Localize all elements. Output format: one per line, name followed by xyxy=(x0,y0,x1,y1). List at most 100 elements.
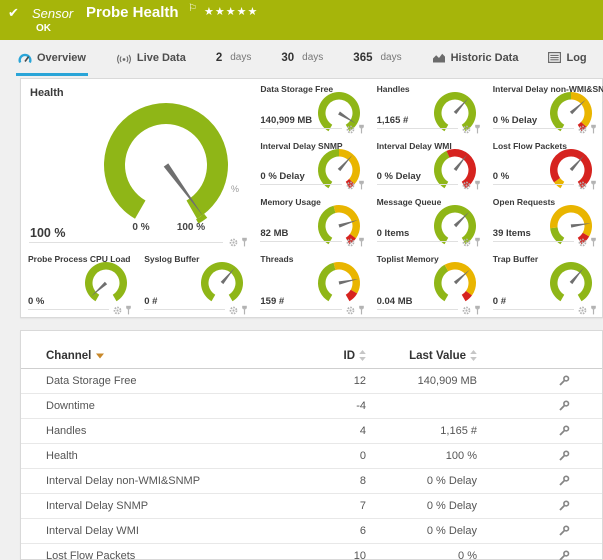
gear-icon[interactable] xyxy=(578,238,587,247)
column-header-id[interactable]: ID xyxy=(256,350,366,362)
table-row-interval-delay-snmp[interactable]: Interval Delay SNMP70 % Delay xyxy=(21,494,602,519)
channel-settings-icon[interactable] xyxy=(558,450,570,462)
tile-actions xyxy=(229,237,248,247)
cell-channel: Interval Delay SNMP xyxy=(46,500,256,512)
pin-icon[interactable] xyxy=(590,180,597,190)
gear-icon[interactable] xyxy=(113,306,122,315)
cell-last-value: 140,909 MB xyxy=(366,375,477,387)
gauge-value: 0 % xyxy=(493,171,509,182)
pin-icon[interactable] xyxy=(590,237,597,247)
gauge-tile-lost-flow-packets: Lost Flow Packets0 % xyxy=(486,136,602,192)
gauge-tile-toplist-memory: Toplist Memory0.04 MB xyxy=(370,249,486,317)
divider xyxy=(493,184,574,185)
table-row-handles[interactable]: Handles41,165 # xyxy=(21,419,602,444)
gauge-tile-syslog-buffer: Syslog Buffer0 # xyxy=(137,249,253,317)
gear-icon[interactable] xyxy=(462,306,471,315)
sensor-title[interactable]: Probe Health xyxy=(86,4,179,21)
table-row-interval-delay-non-wmi-snmp[interactable]: Interval Delay non-WMI&SNMP80 % Delay xyxy=(21,469,602,494)
sort-both-icon[interactable] xyxy=(470,350,477,361)
tile-actions xyxy=(578,305,597,315)
gear-icon[interactable] xyxy=(229,306,238,315)
gauge-value: 159 # xyxy=(260,296,284,307)
gauge-title: Interval Delay non-WMI&SNMP xyxy=(493,84,603,94)
pin-icon[interactable] xyxy=(474,180,481,190)
divider xyxy=(493,309,574,310)
gear-icon[interactable] xyxy=(346,306,355,315)
channel-settings-icon[interactable] xyxy=(558,475,570,487)
sort-both-icon[interactable] xyxy=(359,350,366,361)
table-body: Data Storage Free12140,909 MBDowntime-4H… xyxy=(21,369,602,560)
pin-icon[interactable] xyxy=(474,237,481,247)
pin-icon[interactable] xyxy=(474,305,481,315)
gear-icon[interactable] xyxy=(462,238,471,247)
divider xyxy=(377,309,458,310)
tab-label: days xyxy=(230,52,251,63)
tab-365-days[interactable]: 365days xyxy=(351,40,403,76)
tab-2-days[interactable]: 2 days xyxy=(214,40,254,76)
channel-settings-icon[interactable] xyxy=(558,400,570,412)
tab-label: days xyxy=(380,52,401,63)
tab-30-days[interactable]: 30days xyxy=(279,40,325,76)
overview-gauges-panel: Health 0 %100 %% 100 % Data Storage Free… xyxy=(20,78,603,318)
svg-text:%: % xyxy=(231,184,239,194)
gauge-value: 0 % Delay xyxy=(377,171,421,182)
pin-icon[interactable] xyxy=(590,124,597,134)
channel-settings-icon[interactable] xyxy=(558,550,570,560)
tab-overview[interactable]: Overview xyxy=(16,40,88,76)
gear-icon[interactable] xyxy=(462,125,471,134)
table-row-downtime[interactable]: Downtime-4 xyxy=(21,394,602,419)
cell-channel: Data Storage Free xyxy=(46,375,256,387)
gear-icon[interactable] xyxy=(229,238,238,247)
gear-icon[interactable] xyxy=(578,181,587,190)
pin-icon[interactable] xyxy=(241,237,248,247)
divider xyxy=(260,128,341,129)
flag-icon[interactable]: ⚐ xyxy=(188,3,197,14)
gear-icon[interactable] xyxy=(346,181,355,190)
table-row-health[interactable]: Health0100 % xyxy=(21,444,602,469)
gauge-title: Toplist Memory xyxy=(377,254,439,264)
tab-log[interactable]: Log xyxy=(546,40,588,76)
table-row-data-storage-free[interactable]: Data Storage Free12140,909 MB xyxy=(21,369,602,394)
pin-icon[interactable] xyxy=(358,180,365,190)
gauge-tile-interval-delay-snmp: Interval Delay SNMP0 % Delay xyxy=(253,136,369,192)
channel-settings-icon[interactable] xyxy=(558,375,570,387)
divider xyxy=(377,241,458,242)
gauge-tile-handles: Handles1,165 # xyxy=(370,79,486,136)
pin-icon[interactable] xyxy=(241,305,248,315)
pin-icon[interactable] xyxy=(590,305,597,315)
tab-number: 2 xyxy=(216,52,222,64)
gauge-value: 0 % xyxy=(28,296,44,307)
channel-settings-icon[interactable] xyxy=(558,425,570,437)
column-header-last-value[interactable]: Last Value xyxy=(366,350,477,362)
gauge-value: 1,165 # xyxy=(377,115,409,126)
pin-icon[interactable] xyxy=(474,124,481,134)
channel-settings-icon[interactable] xyxy=(558,525,570,537)
historic-icon xyxy=(432,52,446,63)
svg-text:100 %: 100 % xyxy=(177,222,205,233)
table-row-interval-delay-wmi[interactable]: Interval Delay WMI60 % Delay xyxy=(21,519,602,544)
tab-label: Historic Data xyxy=(451,52,519,64)
cell-id: 10 xyxy=(256,550,366,560)
gear-icon[interactable] xyxy=(578,306,587,315)
column-header-channel[interactable]: Channel xyxy=(46,350,256,362)
cell-id: 8 xyxy=(256,475,366,487)
gear-icon[interactable] xyxy=(462,181,471,190)
pin-icon[interactable] xyxy=(358,124,365,134)
tab-historic-data[interactable]: Historic Data xyxy=(430,40,521,76)
divider xyxy=(260,241,341,242)
gear-icon[interactable] xyxy=(578,125,587,134)
tile-actions xyxy=(346,180,365,190)
gauge-title: Memory Usage xyxy=(260,197,320,207)
cell-channel: Lost Flow Packets xyxy=(46,550,256,560)
gear-icon[interactable] xyxy=(346,125,355,134)
table-row-lost-flow-packets[interactable]: Lost Flow Packets100 % xyxy=(21,544,602,560)
priority-stars[interactable]: ★★★★★ xyxy=(204,5,258,18)
pin-icon[interactable] xyxy=(358,237,365,247)
pin-icon[interactable] xyxy=(358,305,365,315)
channel-settings-icon[interactable] xyxy=(558,500,570,512)
tab-label: Log xyxy=(566,52,586,64)
gear-icon[interactable] xyxy=(346,238,355,247)
pin-icon[interactable] xyxy=(125,305,132,315)
sort-desc-icon[interactable] xyxy=(96,353,104,359)
tab-live-data[interactable]: Live Data xyxy=(114,40,188,76)
